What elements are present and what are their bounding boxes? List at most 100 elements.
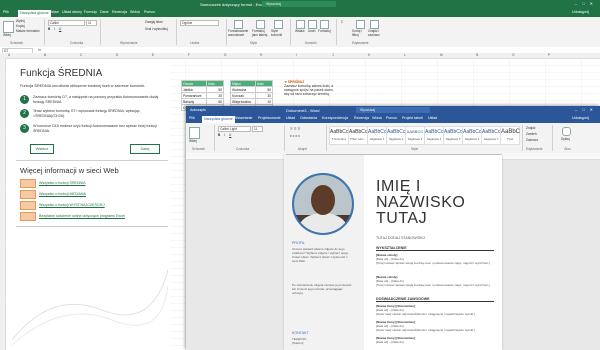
style-heading-4[interactable]: AaBbCcI Nagłówek 4 [424, 126, 445, 145]
tab-formuly[interactable]: Formuły [84, 10, 97, 14]
education-entry[interactable]: [Nazwa szkoły] [Data od] – [Data do] [Tu… [376, 253, 494, 265]
work-entry[interactable]: [Nazwa firmy] [Stanowisko] [Data od] – [… [376, 336, 494, 344]
tab-uklad-strony[interactable]: Układ strony [62, 10, 82, 14]
format-cells-button[interactable]: Formatuj [318, 29, 331, 33]
autosave-toggle[interactable]: Autozapis [190, 108, 206, 112]
dictate-button[interactable]: Dyktuj [561, 137, 570, 141]
column-header[interactable]: J [332, 53, 334, 57]
underline-button[interactable]: U [229, 133, 231, 137]
sort-filter-button[interactable]: Sortuj i filtruj [352, 29, 366, 37]
style-title[interactable]: AaBbC Tytuł [500, 126, 520, 145]
tab-narzedzia-glowne[interactable]: Narzędzia główne [18, 10, 51, 17]
link-wyst-najczesciej[interactable]: Wszystko o funkcji WYST.NAJCZĘŚCIEJ [39, 203, 105, 207]
column-header[interactable]: B [44, 53, 46, 57]
word-window-controls[interactable]: –□✕ [575, 107, 598, 112]
paste-button[interactable]: Wklej [3, 33, 11, 37]
format-as-table-button[interactable]: Formatuj jako tabelę [252, 29, 270, 37]
column-header[interactable]: L [404, 53, 406, 57]
experience-heading[interactable]: DOŚWIADCZENIE ZAWODOWE [376, 297, 494, 302]
conditional-format-button[interactable]: Formatowanie warunkowe [228, 29, 250, 37]
tab-korespondencja[interactable]: Korespondencja [322, 116, 348, 120]
next-button[interactable]: Dalej [130, 144, 160, 154]
work-entry[interactable]: [Nazwa firmy] [Stanowisko] [Data od] – [… [376, 304, 494, 316]
column-header[interactable]: P [548, 53, 550, 57]
back-button[interactable]: Wstecz [30, 144, 54, 154]
tab-recenzja[interactable]: Recenzja [112, 10, 127, 14]
share-button[interactable]: Udostępnij [572, 116, 589, 120]
tab-wstawianie[interactable]: Wstawianie [234, 116, 252, 120]
tab-plik[interactable]: Plik [3, 10, 9, 14]
wrap-text-button[interactable]: Zawijaj tekst [145, 20, 163, 24]
sort-filter-icon[interactable] [356, 20, 365, 29]
merge-center-button[interactable]: Scal i wyśrodkuj [145, 27, 168, 31]
column-header[interactable]: C [80, 53, 82, 57]
style-heading-3[interactable]: AABBCC Nagłówek 3 [405, 126, 425, 145]
education-heading[interactable]: WYKSZTAŁCENIE [376, 246, 494, 251]
column-header[interactable]: E [152, 53, 154, 57]
style-no-spacing[interactable]: AaBbCcI ¶ Bez odst... [348, 126, 369, 145]
number-format-select[interactable]: Ogólne [180, 20, 219, 26]
replace-button[interactable]: Zamień [526, 132, 537, 136]
paste-icon[interactable] [189, 127, 200, 139]
insert-cells-icon[interactable] [296, 20, 305, 29]
tab-pomoc[interactable]: Pomoc [144, 10, 155, 14]
paste-icon[interactable] [3, 21, 14, 33]
style-heading-7[interactable]: AaBbCcD Nagłówek 7 [481, 126, 504, 145]
delete-cells-button[interactable]: Usuń [308, 29, 315, 33]
style-heading-1[interactable]: AaBbCc Nagłówek 1 [367, 126, 387, 145]
find-select-button[interactable]: Znajdź i zaznacz [368, 29, 382, 37]
contact-heading[interactable]: KONTAKT [292, 331, 309, 335]
autosum-icon[interactable]: Σ [341, 20, 343, 24]
tab-wstaw[interactable]: Wstaw [48, 10, 59, 14]
tab-recenzja[interactable]: Recenzja [354, 116, 369, 120]
document-page[interactable]: IMIĘ I NAZWISKO TUTAJ TUTAJ DODAJ STANOW… [284, 155, 502, 350]
column-header[interactable]: F [188, 53, 190, 57]
column-header[interactable]: I [296, 53, 297, 57]
style-heading-5[interactable]: AaBbCcI Nagłówek 5 [443, 126, 464, 145]
cut-button[interactable]: Wytnij [16, 19, 25, 23]
font-size-select[interactable]: 11 [86, 20, 97, 26]
paste-button[interactable]: Wklej [189, 139, 197, 143]
column-header[interactable]: G [224, 53, 226, 57]
profile-text[interactable]: Po zaznaczeniu zdjęcia możesz je przenie… [292, 283, 354, 295]
style-heading-6[interactable]: AaBbCcI Nagłówek 6 [462, 126, 483, 145]
cell-styles-button[interactable]: Style komórki [271, 29, 285, 37]
resume-role[interactable]: TUTAJ DODAJ STANOWISKO [376, 236, 425, 240]
tab-dane[interactable]: Dane [100, 10, 109, 14]
italic-button[interactable]: I [224, 133, 225, 137]
excel-search-input[interactable]: Wyszukaj [262, 1, 336, 7]
align-icon[interactable]: ≡ ≡ ≡ ≡ [290, 134, 300, 138]
column-header[interactable]: N [476, 53, 478, 57]
bold-button[interactable]: B [218, 133, 220, 137]
tab-widok[interactable]: Widok [130, 10, 140, 14]
resume-name[interactable]: IMIĘ I NAZWISKO TUTAJ [376, 179, 465, 227]
tab-odwolania[interactable]: Odwołania [300, 116, 317, 120]
insert-cells-button[interactable]: Wstaw [295, 29, 305, 33]
tab-plik[interactable]: Plik [189, 116, 195, 120]
font-size-select[interactable]: 11 [252, 126, 263, 132]
bullets-icon[interactable]: ☰ ☰ ☰ [290, 127, 300, 131]
link-srednia[interactable]: Wszystko o funkcji ŚREDNIA [39, 181, 86, 185]
tab-uklad-tabeli[interactable]: Układ [428, 116, 437, 120]
underline-button[interactable]: U [59, 27, 61, 31]
excel-window-controls[interactable]: –□✕ [575, 1, 598, 6]
column-header[interactable]: H [260, 53, 262, 57]
link-mediana[interactable]: Wszystko o funkcji MEDIANA [39, 192, 86, 196]
tab-projekt-tabeli[interactable]: Projekt tabeli [402, 116, 423, 120]
tab-projektowanie[interactable]: Projektowanie [258, 116, 281, 120]
link-szkolenie[interactable]: Bezpłatne szkolenie online dotyczące pro… [39, 214, 125, 218]
tab-narzedzia-glowne[interactable]: Narzędzia główne [202, 116, 235, 123]
column-header[interactable]: O [512, 53, 514, 57]
italic-button[interactable]: I [54, 27, 55, 31]
share-button[interactable]: Udostępnij [572, 10, 589, 14]
word-search-input[interactable]: Wyszukaj [356, 107, 430, 113]
find-select-icon[interactable] [370, 20, 379, 29]
work-entry[interactable]: [Nazwa firmy] [Stanowisko] [Data od] – [… [376, 320, 494, 332]
find-button[interactable]: Znajdź [526, 126, 536, 130]
profile-heading[interactable]: PROFIL [292, 241, 305, 245]
font-select[interactable]: Calibri [48, 20, 85, 26]
style-heading-2[interactable]: AaBbCc Nagłówek 2 [386, 126, 406, 145]
format-cells-icon[interactable] [320, 20, 329, 29]
format-painter-button[interactable]: Malarz formatów [16, 29, 40, 33]
font-select[interactable]: Calibri Light [218, 126, 251, 132]
